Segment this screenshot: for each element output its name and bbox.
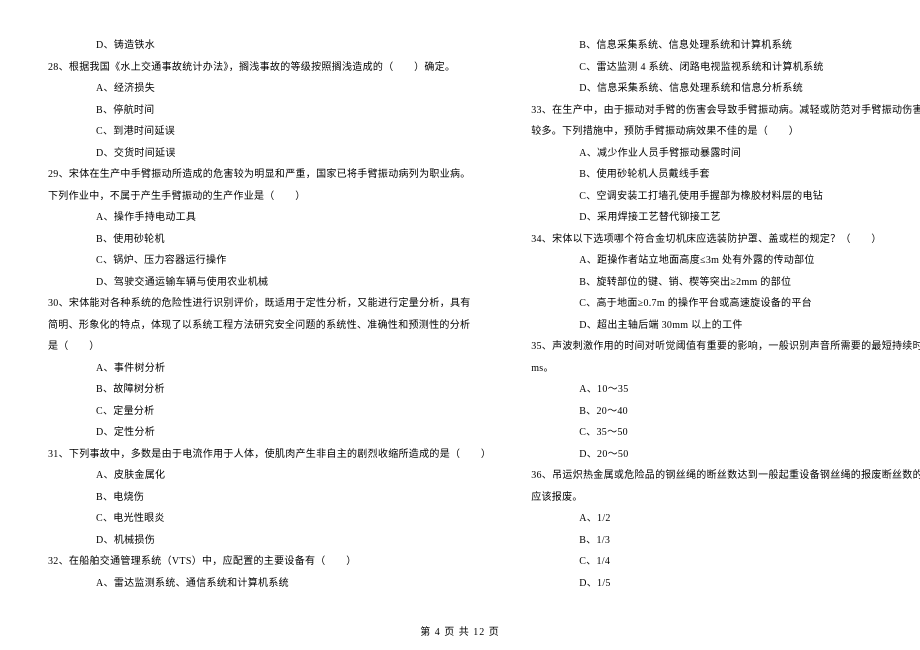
text-line: D、铸造铁水 (48, 35, 491, 57)
text-line: C、电光性眼炎 (48, 508, 491, 530)
text-line: 30、宋体能对各种系统的危险性进行识别评价，既适用于定性分析，又能进行定量分析，… (48, 293, 491, 315)
text-line: B、使用砂轮机 (48, 229, 491, 251)
text-line: 简明、形象化的特点，体现了以系统工程方法研究安全问题的系统性、准确性和预测性的分… (48, 315, 491, 337)
text-line: B、20～40 (531, 401, 920, 423)
text-line: D、1/5 (531, 573, 920, 595)
text-line: 是（ ） (48, 336, 491, 358)
text-line: A、减少作业人员手臂振动暴露时间 (531, 143, 920, 165)
right-column: B、信息采集系统、信息处理系统和计算机系统C、雷达监测 4 系统、闭路电视监视系… (511, 35, 920, 620)
text-line: C、35～50 (531, 422, 920, 444)
text-line: B、旋转部位的键、销、楔等突出≥2mm 的部位 (531, 272, 920, 294)
text-line: A、操作手持电动工具 (48, 207, 491, 229)
text-line: B、电烧伤 (48, 487, 491, 509)
text-line: A、1/2 (531, 508, 920, 530)
text-line: 较多。下列措施中，预防手臂振动病效果不佳的是（ ） (531, 121, 920, 143)
text-line: A、事件树分析 (48, 358, 491, 380)
text-line: C、定量分析 (48, 401, 491, 423)
text-line: D、采用焊接工艺替代铆接工艺 (531, 207, 920, 229)
text-line: 31、下列事故中，多数是由于电流作用于人体，使肌肉产生非自主的剧烈收缩所造成的是… (48, 444, 491, 466)
page-body: D、铸造铁水28、根据我国《水上交通事故统计办法》，搁浅事故的等级按照搁浅造成的… (0, 0, 920, 650)
page-footer: 第 4 页 共 12 页 (0, 623, 920, 638)
text-line: A、10～35 (531, 379, 920, 401)
text-line: 28、根据我国《水上交通事故统计办法》，搁浅事故的等级按照搁浅造成的（ ）确定。 (48, 57, 491, 79)
text-line: C、雷达监测 4 系统、闭路电视监视系统和计算机系统 (531, 57, 920, 79)
text-line: B、使用砂轮机人员戴线手套 (531, 164, 920, 186)
text-line: 下列作业中，不属于产生手臂振动的生产作业是（ ） (48, 186, 491, 208)
text-line: ms。 (531, 358, 920, 380)
text-line: D、超出主轴后端 30mm 以上的工件 (531, 315, 920, 337)
text-line: D、交货时间延误 (48, 143, 491, 165)
text-line: C、空调安装工打墙孔使用手握部为橡胶材料层的电钻 (531, 186, 920, 208)
text-line: A、皮肤金属化 (48, 465, 491, 487)
text-line: B、故障树分析 (48, 379, 491, 401)
text-line: C、1/4 (531, 551, 920, 573)
text-line: B、信息采集系统、信息处理系统和计算机系统 (531, 35, 920, 57)
left-column: D、铸造铁水28、根据我国《水上交通事故统计办法》，搁浅事故的等级按照搁浅造成的… (48, 35, 511, 620)
text-line: 29、宋体在生产中手臂振动所造成的危害较为明显和严重，国家已将手臂振动病列为职业… (48, 164, 491, 186)
text-line: C、锅炉、压力容器运行操作 (48, 250, 491, 272)
text-line: C、到港时间延误 (48, 121, 491, 143)
text-line: D、机械损伤 (48, 530, 491, 552)
text-line: 35、声波刺激作用的时间对听觉阈值有重要的影响，一般识别声音所需要的最短持续时间… (531, 336, 920, 358)
text-line: 33、在生产中，由于振动对手臂的伤害会导致手臂振动病。减轻或防范对手臂振动伤害的… (531, 100, 920, 122)
text-line: B、停航时间 (48, 100, 491, 122)
text-line: C、高于地面≥0.7m 的操作平台或高速旋设备的平台 (531, 293, 920, 315)
text-line: 34、宋体以下选项哪个符合金切机床应选装防护罩、盖或栏的规定？（ ） (531, 229, 920, 251)
text-line: D、20～50 (531, 444, 920, 466)
text-line: D、驾驶交通运输车辆与使用农业机械 (48, 272, 491, 294)
text-line: D、定性分析 (48, 422, 491, 444)
text-line: B、1/3 (531, 530, 920, 552)
text-line: 36、吊运炽热金属或危险品的钢丝绳的断丝数达到一般起重设备钢丝绳的报废断丝数的（… (531, 465, 920, 487)
text-line: D、信息采集系统、信息处理系统和信息分析系统 (531, 78, 920, 100)
text-line: 应该报废。 (531, 487, 920, 509)
text-line: A、距操作者站立地面高度≤3m 处有外露的传动部位 (531, 250, 920, 272)
text-line: A、经济损失 (48, 78, 491, 100)
text-line: 32、在船舶交通管理系统（VTS）中，应配置的主要设备有（ ） (48, 551, 491, 573)
text-line: A、雷达监测系统、通信系统和计算机系统 (48, 573, 491, 595)
